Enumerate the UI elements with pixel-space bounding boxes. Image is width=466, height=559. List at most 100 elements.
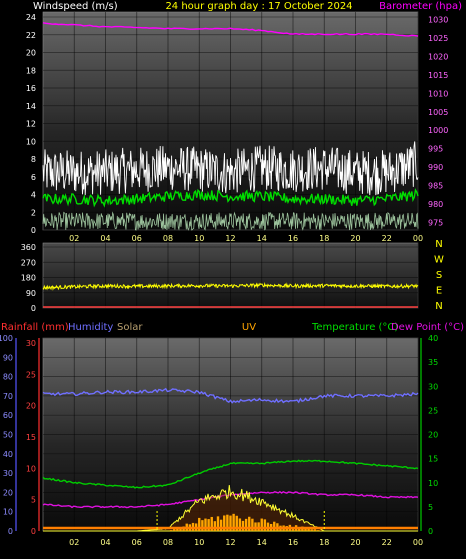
- windspeed-tick-label: 0: [31, 226, 36, 235]
- compass-label: S: [436, 270, 442, 281]
- rainfall-tick-label: 20: [26, 402, 36, 411]
- rainfall-legend: Rainfall (mm): [1, 322, 69, 333]
- rainfall-tick-label: 10: [26, 464, 36, 473]
- x-tick-label-bottom: 16: [288, 538, 298, 547]
- x-tick-label-bottom: 06: [132, 538, 142, 547]
- x-tick-label-bottom: 20: [350, 538, 360, 547]
- compass-label: W: [434, 255, 444, 266]
- x-tick-label-top: 14: [257, 234, 267, 243]
- temperature-tick-label: 0: [428, 527, 433, 536]
- uv-bar: [214, 521, 216, 531]
- humidity-tick-label: 0: [8, 527, 13, 536]
- humidity-tick-label: 10: [3, 508, 13, 517]
- windspeed-tick-label: 6: [31, 173, 36, 182]
- barometer-tick-label: 1000: [428, 126, 448, 135]
- x-tick-label-bottom: 04: [100, 538, 110, 547]
- humidity-tick-label: 50: [3, 431, 13, 440]
- dewpoint-legend: Dew Point (°C): [391, 322, 464, 333]
- direction-tick-label: 0: [31, 304, 36, 313]
- x-tick-label-bottom: 14: [257, 538, 267, 547]
- barometer-tick-label: 990: [428, 163, 443, 172]
- humidity-tick-label: 30: [3, 469, 13, 478]
- windspeed-axis-title: Windspeed (m/s): [33, 1, 118, 12]
- x-tick-label-bottom: 00: [413, 538, 423, 547]
- x-tick-label-bottom: 08: [163, 538, 173, 547]
- temperature-tick-label: 5: [428, 503, 433, 512]
- humidity-legend: Humidity: [68, 322, 113, 333]
- compass-label: E: [436, 286, 442, 297]
- barometer-tick-label: 1010: [428, 89, 448, 98]
- compass-label: N: [435, 239, 442, 250]
- weather-graph-root: 0202040406060808101012121414161618182020…: [0, 0, 466, 555]
- x-tick-label-bottom: 10: [194, 538, 204, 547]
- direction-tick-label: 270: [21, 258, 36, 267]
- windspeed-tick-label: 18: [26, 66, 36, 75]
- x-tick-label-bottom: 22: [382, 538, 392, 547]
- uv-bar: [314, 529, 316, 531]
- barometer-tick-label: 1015: [428, 71, 448, 80]
- x-tick-label-top: 06: [132, 234, 142, 243]
- weather-graph-svg: 0202040406060808101012121414161618182020…: [0, 0, 466, 555]
- uv-bar: [273, 522, 275, 531]
- temperature-tick-label: 25: [428, 406, 438, 415]
- direction-tick-label: 90: [26, 289, 36, 298]
- windspeed-tick-label: 12: [26, 120, 36, 129]
- x-tick-label-top: 18: [319, 234, 329, 243]
- x-tick-label-top: 04: [100, 234, 110, 243]
- windspeed-tick-label: 16: [26, 84, 36, 93]
- rainfall-tick-label: 30: [26, 339, 36, 348]
- x-tick-label-bottom: 18: [319, 538, 329, 547]
- barometer-tick-label: 995: [428, 145, 443, 154]
- humidity-tick-label: 40: [3, 450, 13, 459]
- windspeed-tick-label: 8: [31, 155, 36, 164]
- uv-bar: [242, 521, 244, 531]
- windspeed-tick-label: 24: [26, 13, 36, 22]
- barometer-tick-label: 1005: [428, 108, 448, 117]
- x-tick-label-top: 00: [413, 234, 423, 243]
- windspeed-tick-label: 2: [31, 208, 36, 217]
- x-tick-label-bottom: 12: [225, 538, 235, 547]
- compass-label: N: [435, 301, 442, 312]
- uv-bar: [257, 522, 259, 531]
- uv-bar: [311, 529, 313, 531]
- temperature-tick-label: 35: [428, 358, 438, 367]
- uv-bar: [254, 522, 256, 531]
- humidity-tick-label: 20: [3, 488, 13, 497]
- barometer-tick-label: 975: [428, 219, 443, 228]
- uv-bar: [173, 529, 175, 531]
- temperature-legend: Temperature (°C): [311, 322, 398, 333]
- humidity-tick-label: 60: [3, 411, 13, 420]
- temperature-tick-label: 20: [428, 431, 438, 440]
- humidity-tick-label: 70: [3, 392, 13, 401]
- direction-tick-label: 360: [21, 243, 36, 252]
- humidity-tick-label: 90: [3, 353, 13, 362]
- uv-bar: [201, 520, 203, 531]
- x-tick-label-top: 16: [288, 234, 298, 243]
- x-tick-label-top: 12: [225, 234, 235, 243]
- windspeed-tick-label: 4: [31, 191, 36, 200]
- direction-tick-label: 180: [21, 274, 36, 283]
- temperature-tick-label: 30: [428, 382, 438, 391]
- x-tick-label-top: 20: [350, 234, 360, 243]
- temperature-tick-label: 15: [428, 455, 438, 464]
- barometer-axis-title: Barometer (hpa): [379, 1, 462, 12]
- temperature-tick-label: 40: [428, 334, 438, 343]
- barometer-tick-label: 985: [428, 182, 443, 191]
- humidity-tick-label: 100: [0, 334, 13, 343]
- windspeed-tick-label: 22: [26, 31, 36, 40]
- barometer-tick-label: 1020: [428, 52, 448, 61]
- rainfall-tick-label: 0: [31, 527, 36, 536]
- barometer-tick-label: 1025: [428, 34, 448, 43]
- uv-bar: [317, 530, 319, 531]
- barometer-tick-label: 1030: [428, 15, 448, 24]
- x-tick-label-top: 02: [69, 234, 79, 243]
- x-tick-label-top: 22: [382, 234, 392, 243]
- uv-bar: [170, 530, 172, 531]
- windspeed-tick-label: 14: [26, 102, 36, 111]
- uv-legend: UV: [242, 322, 256, 333]
- rainfall-tick-label: 15: [26, 433, 36, 442]
- humidity-tick-label: 80: [3, 373, 13, 382]
- solar-legend: Solar: [117, 322, 143, 333]
- uv-bar: [220, 520, 222, 531]
- windspeed-tick-label: 10: [26, 137, 36, 146]
